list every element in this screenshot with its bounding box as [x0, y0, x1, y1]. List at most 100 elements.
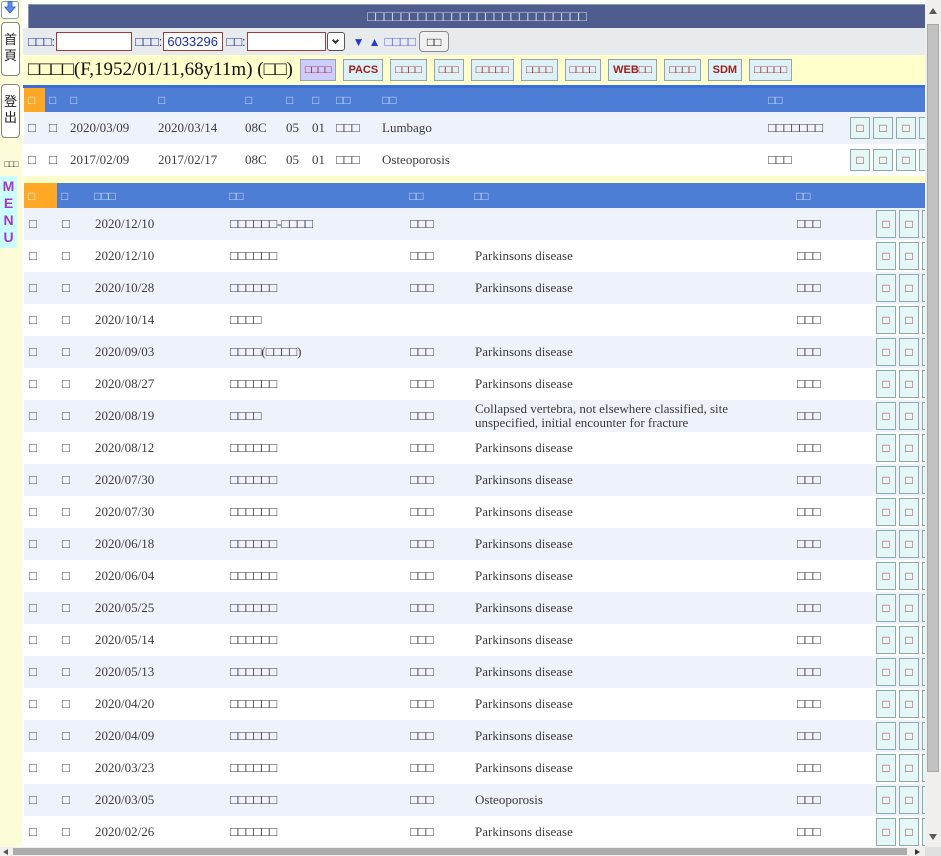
row-action-button[interactable]: □ [899, 274, 919, 302]
row-action-button[interactable]: □ [876, 786, 896, 814]
row-action-button[interactable]: □ [899, 434, 919, 462]
scroll-left-button[interactable] [0, 847, 11, 856]
patient-action-button[interactable]: PACS [343, 59, 383, 81]
row-action-button[interactable]: □ [899, 402, 919, 430]
row-mark-1[interactable]: □ [24, 633, 57, 647]
row-mark-1[interactable]: □ [24, 665, 57, 679]
scroll-down-button[interactable] [925, 829, 941, 845]
row-mark-1[interactable]: □ [24, 345, 57, 359]
row-action-button[interactable]: □ [876, 210, 896, 238]
row-action-button[interactable]: □ [876, 690, 896, 718]
patient-action-button[interactable]: □□□□ [521, 59, 558, 81]
row-action-button[interactable]: □ [876, 466, 896, 494]
patient-action-button[interactable]: WEB□□ [608, 59, 657, 81]
row-action-button[interactable]: □ [899, 626, 919, 654]
row-mark-1[interactable]: □ [24, 281, 57, 295]
patient-action-button[interactable]: □□□□ [300, 59, 337, 81]
row-action-button[interactable]: □ [899, 530, 919, 558]
row-action-button[interactable]: □ [876, 562, 896, 590]
horizontal-scroll-thumb[interactable] [13, 848, 907, 855]
row-mark-2[interactable]: □ [57, 633, 90, 647]
row-action-button[interactable]: □ [876, 722, 896, 750]
row-mark-1[interactable]: □ [24, 313, 57, 327]
patient-action-button[interactable]: SDM [708, 59, 742, 81]
row-mark-1[interactable]: □ [24, 121, 45, 135]
row-mark-2[interactable]: □ [57, 217, 90, 231]
row-action-button[interactable]: □ [896, 117, 916, 139]
row-mark-2[interactable]: □ [57, 825, 90, 839]
row-mark-1[interactable]: □ [24, 569, 57, 583]
sidebar-tab-home[interactable]: 首頁 [1, 22, 20, 76]
row-mark-2[interactable]: □ [57, 249, 90, 263]
row-action-button[interactable]: □ [873, 149, 893, 171]
row-mark-2[interactable]: □ [45, 121, 66, 135]
row-mark-2[interactable]: □ [57, 345, 90, 359]
row-action-button[interactable]: □ [899, 690, 919, 718]
row-action-button[interactable]: □ [899, 306, 919, 334]
patient-action-button[interactable]: □□□□□ [749, 59, 792, 81]
row-mark-2[interactable]: □ [57, 761, 90, 775]
row-action-button[interactable]: □ [876, 338, 896, 366]
row-action-button[interactable]: □ [899, 658, 919, 686]
row-action-button[interactable]: □ [876, 594, 896, 622]
row-action-button[interactable]: □ [850, 117, 870, 139]
row-mark-1[interactable]: □ [24, 601, 57, 615]
row-mark-1[interactable]: □ [24, 761, 57, 775]
row-action-button[interactable]: □ [899, 466, 919, 494]
row-action-button[interactable]: □ [876, 242, 896, 270]
row-mark-2[interactable]: □ [57, 793, 90, 807]
row-mark-1[interactable]: □ [24, 441, 57, 455]
chart-number-input[interactable] [163, 32, 223, 51]
row-mark-2[interactable]: □ [57, 569, 90, 583]
row-mark-2[interactable]: □ [57, 441, 90, 455]
patient-action-button[interactable]: □□□□□ [471, 59, 514, 81]
row-action-button[interactable]: □ [876, 626, 896, 654]
row-mark-1[interactable]: □ [24, 217, 57, 231]
vertical-scrollbar[interactable] [925, 0, 941, 847]
row-action-button[interactable]: □ [876, 530, 896, 558]
row-action-button[interactable]: □ [876, 754, 896, 782]
scroll-right-button[interactable] [911, 847, 923, 856]
row-mark-2[interactable]: □ [57, 601, 90, 615]
row-mark-1[interactable]: □ [24, 793, 57, 807]
row-mark-2[interactable]: □ [57, 281, 90, 295]
patient-action-button[interactable]: □□□□ [565, 59, 602, 81]
row-action-button[interactable]: □ [876, 658, 896, 686]
row-action-button[interactable]: □ [873, 117, 893, 139]
vertical-scroll-thumb[interactable] [927, 24, 939, 772]
sidebar-tab-logout[interactable]: 登出 [1, 84, 20, 138]
row-action-button[interactable]: □ [899, 786, 919, 814]
select-dropdown-button[interactable] [327, 32, 345, 51]
patient-action-button[interactable]: □□□ [434, 59, 464, 81]
row-action-button[interactable]: □ [899, 754, 919, 782]
row-action-button[interactable]: □ [899, 242, 919, 270]
row-action-button[interactable]: □ [899, 562, 919, 590]
field1-input[interactable] [56, 32, 132, 51]
row-mark-1[interactable]: □ [24, 825, 57, 839]
row-mark-1[interactable]: □ [24, 729, 57, 743]
row-action-button[interactable]: □ [876, 498, 896, 526]
row-action-button[interactable]: □ [896, 149, 916, 171]
row-mark-2[interactable]: □ [57, 313, 90, 327]
row-mark-2[interactable]: □ [57, 697, 90, 711]
row-mark-2[interactable]: □ [57, 729, 90, 743]
row-action-button[interactable]: □ [876, 306, 896, 334]
row-mark-1[interactable]: □ [24, 377, 57, 391]
row-action-button[interactable]: □ [850, 149, 870, 171]
row-mark-1[interactable]: □ [24, 409, 57, 423]
row-mark-1[interactable]: □ [24, 505, 57, 519]
row-action-button[interactable]: □ [876, 434, 896, 462]
row-mark-2[interactable]: □ [57, 409, 90, 423]
row-mark-2[interactable]: □ [57, 377, 90, 391]
row-mark-1[interactable]: □ [24, 537, 57, 551]
row-mark-2[interactable]: □ [57, 537, 90, 551]
row-action-button[interactable]: □ [899, 722, 919, 750]
row-mark-2[interactable]: □ [57, 505, 90, 519]
row-mark-2[interactable]: □ [57, 473, 90, 487]
search-bar-link[interactable]: □□□□ [384, 34, 415, 49]
row-mark-2[interactable]: □ [57, 665, 90, 679]
patient-action-button[interactable]: □□□□ [664, 59, 701, 81]
row-action-button[interactable]: □ [876, 370, 896, 398]
row-mark-1[interactable]: □ [24, 473, 57, 487]
row-action-button[interactable]: □ [899, 370, 919, 398]
